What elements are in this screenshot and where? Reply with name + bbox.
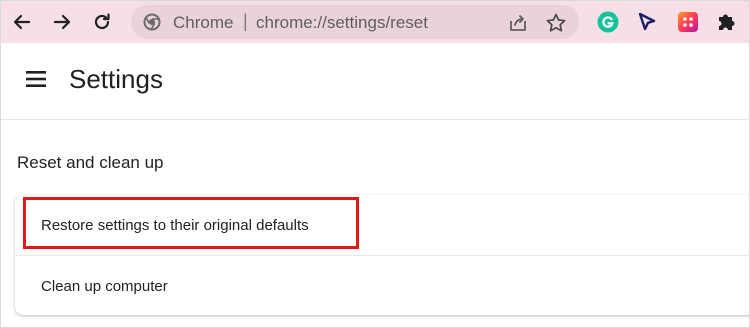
- omnibox-site-label: Chrome: [173, 13, 234, 32]
- browser-toolbar: Chrome | chrome://settings/reset: [1, 1, 749, 43]
- reload-icon[interactable]: [87, 7, 117, 37]
- chrome-site-icon: [143, 13, 161, 31]
- page-title: Settings: [69, 64, 163, 94]
- cursor-pointer-icon[interactable]: [633, 9, 659, 35]
- grammarly-icon[interactable]: [595, 9, 621, 35]
- forward-arrow-icon[interactable]: [47, 7, 77, 37]
- restore-defaults-row[interactable]: Restore settings to their original defau…: [15, 195, 749, 255]
- omnibox-separator: |: [243, 11, 248, 31]
- menu-icon[interactable]: [25, 69, 49, 89]
- back-arrow-icon[interactable]: [7, 7, 37, 37]
- clean-up-computer-label: Clean up computer: [41, 277, 168, 295]
- extensions-puzzle-icon[interactable]: [713, 9, 739, 35]
- address-bar[interactable]: Chrome | chrome://settings/reset: [131, 5, 579, 39]
- reset-card: Restore settings to their original defau…: [15, 195, 749, 316]
- clean-up-computer-row[interactable]: Clean up computer: [15, 256, 749, 316]
- restore-defaults-label: Restore settings to their original defau…: [41, 216, 309, 234]
- bookmark-star-icon[interactable]: [545, 12, 567, 34]
- color-picker-extension-icon[interactable]: [675, 9, 701, 35]
- share-icon[interactable]: [507, 12, 529, 34]
- browser-window: Chrome | chrome://settings/reset Setting…: [0, 0, 750, 328]
- omnibox-url[interactable]: chrome://settings/reset: [256, 13, 428, 33]
- section-title: Reset and clean up: [17, 153, 164, 172]
- header-divider: [1, 119, 749, 120]
